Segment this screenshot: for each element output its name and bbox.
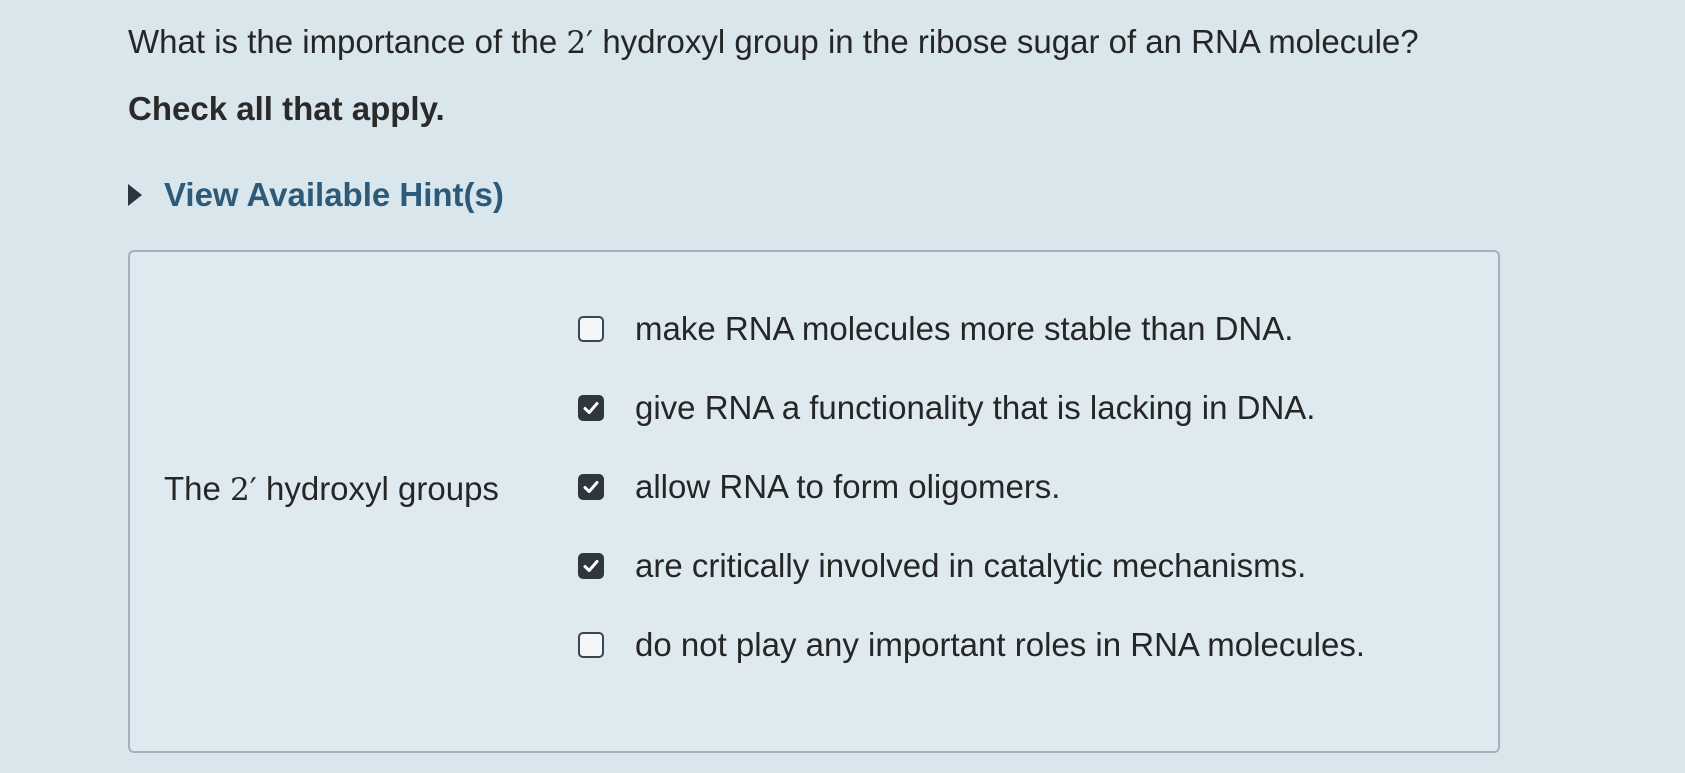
option-3[interactable]: are critically involved in catalytic mec…	[578, 546, 1306, 586]
question-text-after: hydroxyl group in the ribose sugar of an…	[602, 23, 1419, 60]
option-0[interactable]: make RNA molecules more stable than DNA.	[578, 309, 1293, 349]
question-text-before: What is the importance of the	[128, 23, 558, 60]
question-text: What is the importance of the 2′ hydroxy…	[128, 22, 1419, 63]
question-prime-value: 2′	[566, 25, 594, 61]
checkbox-0[interactable]	[578, 316, 604, 342]
option-label-3: are critically involved in catalytic mec…	[635, 547, 1307, 584]
option-label-4: do not play any important roles in RNA m…	[635, 626, 1366, 663]
option-4[interactable]: do not play any important roles in RNA m…	[578, 625, 1365, 665]
caret-right-icon	[128, 184, 142, 206]
checkmark-icon	[583, 481, 599, 493]
view-hints-toggle[interactable]: View Available Hint(s)	[128, 176, 504, 214]
option-label-0: make RNA molecules more stable than DNA.	[635, 310, 1294, 347]
instruction-text: Check all that apply.	[128, 90, 445, 127]
checkbox-3[interactable]	[578, 553, 604, 579]
option-1[interactable]: give RNA a functionality that is lacking…	[578, 388, 1315, 428]
option-2[interactable]: allow RNA to form oligomers.	[578, 467, 1060, 507]
checkmark-icon	[583, 402, 599, 414]
stem-text-before: The	[164, 470, 221, 507]
option-label-2: allow RNA to form oligomers.	[635, 468, 1061, 505]
question-stem: The 2′ hydroxyl groups	[164, 470, 499, 508]
option-label-1: give RNA a functionality that is lacking…	[635, 389, 1316, 426]
stem-text-after: hydroxyl groups	[265, 470, 499, 507]
checkbox-2[interactable]	[578, 474, 604, 500]
checkmark-icon	[583, 560, 599, 572]
checkbox-1[interactable]	[578, 395, 604, 421]
checkbox-4[interactable]	[578, 632, 604, 658]
answer-panel: The 2′ hydroxyl groups make RNA molecule…	[128, 250, 1500, 753]
stem-prime-value: 2′	[230, 472, 257, 508]
view-hints-label: View Available Hint(s)	[164, 176, 504, 213]
